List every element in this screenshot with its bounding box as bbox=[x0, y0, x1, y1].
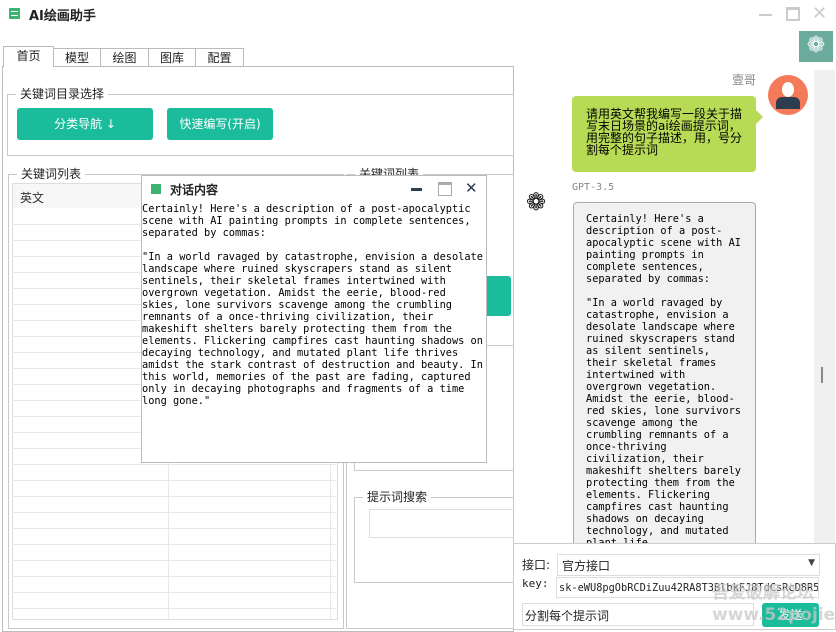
quick-write-button[interactable]: 快速编写(开启) bbox=[167, 108, 273, 140]
maximize-button[interactable] bbox=[786, 7, 800, 21]
tab-model[interactable]: 模型 bbox=[53, 48, 101, 67]
tab-home[interactable]: 首页 bbox=[3, 46, 54, 67]
prompt-search-input[interactable] bbox=[369, 509, 514, 538]
chat-scrollbar[interactable] bbox=[814, 70, 835, 545]
user-bubble: 请用英文帮我编写一段关于描写末日场景的ai绘画提示词，用完整的句子描述，用，号分… bbox=[572, 96, 763, 172]
api-select-value: 官方接口 bbox=[562, 559, 611, 573]
dialog-minimize-button[interactable] bbox=[411, 188, 422, 191]
minimize-button[interactable] bbox=[759, 14, 772, 16]
openai-icon: ❁ bbox=[526, 188, 547, 216]
key-input[interactable]: sk-eWU8pgObRCDiZuu42RA8T3BlbkFJ8TdCsRcD8… bbox=[556, 577, 819, 598]
dialog-icon bbox=[151, 184, 161, 194]
send-button[interactable]: 发送 bbox=[762, 603, 819, 627]
dialog-maximize-button[interactable] bbox=[438, 182, 452, 196]
keyword-list-title: 关键词列表 bbox=[17, 166, 86, 182]
bot-name: GPT-3.5 bbox=[572, 182, 615, 193]
prompt-search-title: 提示词搜索 bbox=[363, 489, 432, 505]
prompt-input[interactable]: 分割每个提示词 bbox=[522, 603, 754, 626]
chevron-down-icon: ▼ bbox=[808, 558, 815, 568]
user-name: 壹哥 bbox=[732, 73, 757, 87]
bot-bubble: Certainly! Here's a description of a pos… bbox=[573, 202, 756, 547]
api-select[interactable]: 官方接口 ▼ bbox=[557, 554, 820, 576]
bot-message[interactable]: Certainly! Here's a description of a pos… bbox=[586, 213, 747, 546]
category-nav-button[interactable]: 分类导航 ↓ bbox=[17, 108, 153, 140]
user-message[interactable]: 请用英文帮我编写一段关于描写末日场景的ai绘画提示词，用完整的句子描述，用，号分… bbox=[586, 108, 744, 156]
catalog-title: 关键词目录选择 bbox=[16, 86, 109, 102]
dialog-title: 对话内容 bbox=[170, 183, 219, 197]
close-button[interactable]: ✕ bbox=[812, 3, 827, 24]
dialog-text[interactable]: Certainly! Here's a description of a pos… bbox=[142, 203, 486, 407]
app-icon bbox=[9, 8, 20, 19]
dialog-window: 对话内容 ✕ Certainly! Here's a description o… bbox=[141, 175, 487, 463]
tab-config[interactable]: 配置 bbox=[195, 48, 244, 67]
openai-button[interactable]: ❁ bbox=[799, 31, 833, 62]
user-avatar bbox=[768, 75, 808, 115]
config-panel: 接口: 官方接口 ▼ key: sk-eWU8pgObRCDiZuu42RA8T… bbox=[513, 543, 836, 630]
key-label: key: bbox=[522, 577, 549, 590]
api-label: 接口: bbox=[522, 558, 551, 572]
window-title: AI绘画助手 bbox=[29, 9, 96, 24]
tab-draw[interactable]: 绘图 bbox=[100, 48, 149, 67]
tab-gallery[interactable]: 图库 bbox=[148, 48, 196, 67]
dialog-close-button[interactable]: ✕ bbox=[465, 179, 478, 197]
